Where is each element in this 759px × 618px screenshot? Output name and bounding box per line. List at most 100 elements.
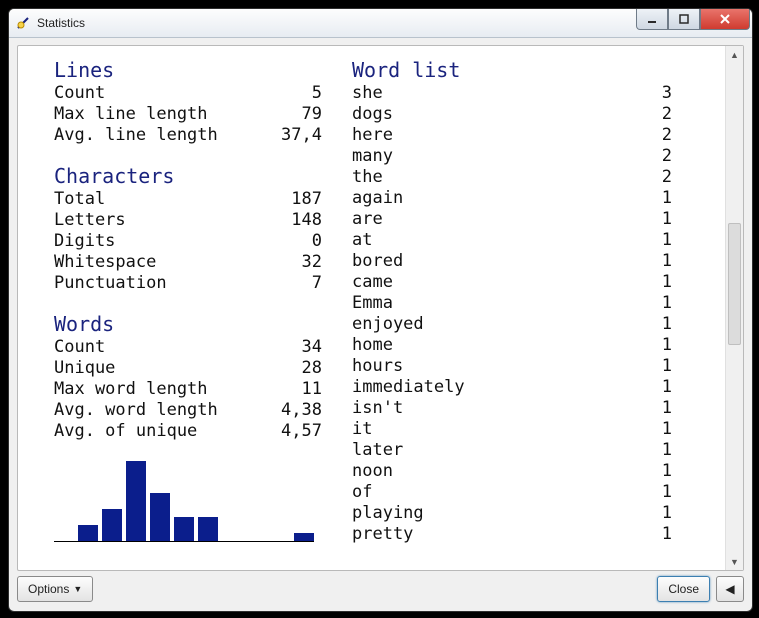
words-heading: Words xyxy=(54,314,324,335)
title-bar[interactable]: Statistics xyxy=(9,9,752,38)
wordlist-count: 2 xyxy=(642,167,672,188)
options-button[interactable]: Options ▼ xyxy=(17,576,93,602)
wordlist-count: 1 xyxy=(642,209,672,230)
histogram-bar xyxy=(174,517,194,541)
chars-letters-value: 148 xyxy=(262,210,324,231)
words-section: Words Count 34 Unique 28 Max word length… xyxy=(54,314,324,442)
lines-max-label: Max line length xyxy=(54,104,208,125)
words-avgu-value: 4,57 xyxy=(262,421,324,442)
words-avg-row: Avg. word length 4,38 xyxy=(54,400,324,421)
wordlist-row: of1 xyxy=(352,482,672,503)
wordlist-row: many2 xyxy=(352,146,672,167)
histogram-bar xyxy=(150,493,170,541)
wordlist-count: 1 xyxy=(642,230,672,251)
window-title: Statistics xyxy=(37,16,85,30)
words-max-label: Max word length xyxy=(54,379,208,400)
wordlist-word: isn't xyxy=(352,398,403,419)
maximize-button[interactable] xyxy=(668,9,700,30)
wordlist-word: she xyxy=(352,83,383,104)
lines-max-value: 79 xyxy=(262,104,324,125)
wordlist-row: it1 xyxy=(352,419,672,440)
scroll-up-arrow[interactable]: ▲ xyxy=(726,46,743,63)
scroll-down-arrow[interactable]: ▼ xyxy=(726,553,743,570)
wordlist-row: bored 1 xyxy=(352,251,672,272)
scroll-track[interactable] xyxy=(726,63,743,553)
wordlist-row: noon 1 xyxy=(352,461,672,482)
vertical-scrollbar[interactable]: ▲ ▼ xyxy=(725,46,743,570)
words-avg-label: Avg. word length xyxy=(54,400,218,421)
histogram-bar xyxy=(78,525,98,541)
wordlist-row: the2 xyxy=(352,167,672,188)
lines-avg-row: Avg. line length 37,4 xyxy=(54,125,324,146)
chars-punct-label: Punctuation xyxy=(54,273,167,294)
chars-digits-value: 0 xyxy=(262,231,324,252)
statistics-window: Statistics Lines Count 5 xyxy=(8,8,753,612)
lines-count-row: Count 5 xyxy=(54,83,324,104)
wordlist-word: immediately xyxy=(352,377,465,398)
lines-count-value: 5 xyxy=(262,83,324,104)
wordlist-count: 1 xyxy=(642,188,672,209)
wordlist-row: again1 xyxy=(352,188,672,209)
words-max-row: Max word length 11 xyxy=(54,379,324,400)
lines-heading: Lines xyxy=(54,60,324,81)
chars-total-value: 187 xyxy=(262,189,324,210)
collapse-button[interactable]: ◀ xyxy=(716,576,744,602)
wordlist-word: noon xyxy=(352,461,393,482)
chars-digits-row: Digits 0 xyxy=(54,231,324,252)
lines-count-label: Count xyxy=(54,83,105,104)
wordlist-count: 1 xyxy=(642,272,672,293)
wordlist-row: at1 xyxy=(352,230,672,251)
histogram-bar xyxy=(102,509,122,541)
histogram-bar xyxy=(294,533,314,541)
wordlist-word: hours xyxy=(352,356,403,377)
wordlist-row: are 1 xyxy=(352,209,672,230)
scroll-thumb[interactable] xyxy=(728,223,741,345)
minimize-button[interactable] xyxy=(636,9,668,30)
words-count-row: Count 34 xyxy=(54,337,324,358)
wordlist-count: 1 xyxy=(642,398,672,419)
wordlist-word: came xyxy=(352,272,393,293)
chars-digits-label: Digits xyxy=(54,231,115,252)
words-max-value: 11 xyxy=(262,379,324,400)
wordlist-word: Emma xyxy=(352,293,393,314)
window-close-button[interactable] xyxy=(700,9,750,30)
wordlist-count: 1 xyxy=(642,377,672,398)
histogram-baseline xyxy=(54,541,314,542)
words-avgu-row: Avg. of unique 4,57 xyxy=(54,421,324,442)
chars-ws-value: 32 xyxy=(262,252,324,273)
wordlist-count: 2 xyxy=(642,104,672,125)
words-avg-value: 4,38 xyxy=(262,400,324,421)
histogram-bar xyxy=(198,517,218,541)
wordlist-word: enjoyed xyxy=(352,314,424,335)
word-list: she3dogs2here2many2the2again1are1at1bore… xyxy=(352,83,672,545)
wordlist-heading: Word list xyxy=(352,60,672,81)
lines-max-row: Max line length 79 xyxy=(54,104,324,125)
wordlist-row: she3 xyxy=(352,83,672,104)
wordlist-word: of xyxy=(352,482,372,503)
wordlist-word: bored xyxy=(352,251,403,272)
wordlist-count: 2 xyxy=(642,146,672,167)
chars-punct-value: 7 xyxy=(262,273,324,294)
wordlist-count: 1 xyxy=(642,419,672,440)
wordlist-word: later xyxy=(352,440,403,461)
characters-heading: Characters xyxy=(54,166,324,187)
wordlist-count: 1 xyxy=(642,356,672,377)
wordlist-word: playing xyxy=(352,503,424,524)
lines-section: Lines Count 5 Max line length 79 Avg. li… xyxy=(54,60,324,146)
wordlist-count: 1 xyxy=(642,503,672,524)
words-count-label: Count xyxy=(54,337,105,358)
chars-letters-label: Letters xyxy=(54,210,126,231)
wordlist-word: here xyxy=(352,125,393,146)
close-button-label: Close xyxy=(668,582,699,596)
wordlist-row: came 1 xyxy=(352,272,672,293)
content-area: Lines Count 5 Max line length 79 Avg. li… xyxy=(17,45,744,571)
stats-column: Lines Count 5 Max line length 79 Avg. li… xyxy=(54,60,324,560)
characters-section: Characters Total 187 Letters 148 Digits … xyxy=(54,166,324,294)
wordlist-count: 1 xyxy=(642,461,672,482)
close-button[interactable]: Close xyxy=(657,576,710,602)
wordlist-count: 1 xyxy=(642,251,672,272)
wordlist-word: are xyxy=(352,209,383,230)
options-button-label: Options xyxy=(28,582,69,596)
scroll-content: Lines Count 5 Max line length 79 Avg. li… xyxy=(18,46,725,570)
lines-avg-label: Avg. line length xyxy=(54,125,218,146)
